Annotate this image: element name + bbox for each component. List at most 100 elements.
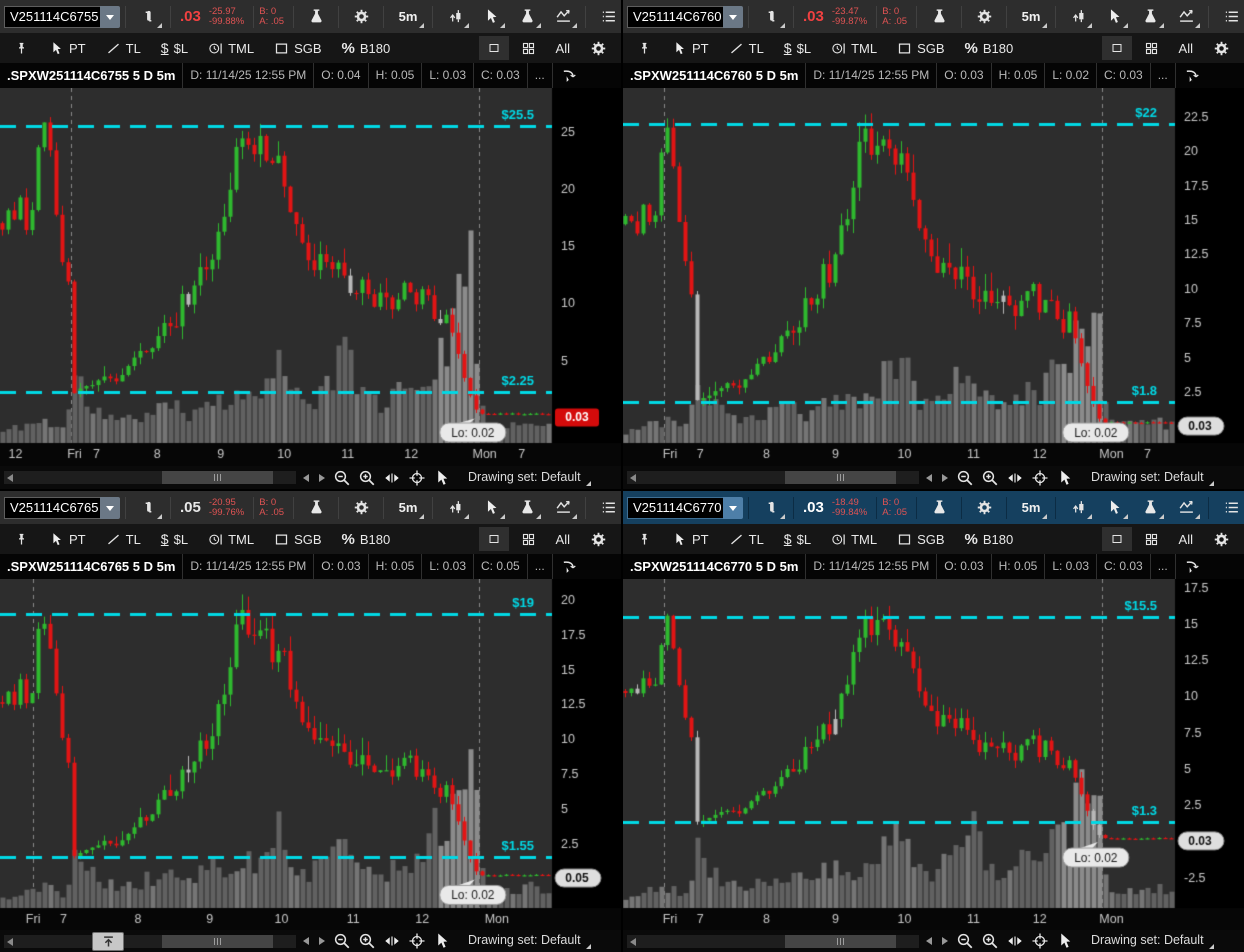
- studies-flask-button[interactable]: [510, 494, 544, 522]
- b180-tool-button[interactable]: %B180: [334, 35, 399, 61]
- zoom-in-icon[interactable]: [979, 469, 1001, 487]
- price-chart-canvas[interactable]: [0, 88, 621, 466]
- cursor-tool-button[interactable]: [1097, 494, 1131, 522]
- scroll-left-arrow[interactable]: [630, 474, 636, 482]
- analyze-flask-button[interactable]: [922, 494, 956, 522]
- scrollbar-thumb[interactable]: [785, 935, 896, 948]
- menu-icon[interactable]: [1214, 3, 1244, 31]
- price-level-tool-button[interactable]: $$L: [776, 35, 819, 61]
- pin-icon[interactable]: [6, 35, 37, 61]
- symbol-input[interactable]: V251114C6770: [627, 497, 723, 519]
- zoom-in-icon[interactable]: [356, 469, 378, 487]
- drawing-set-selector[interactable]: Drawing set: Default: [464, 468, 593, 488]
- chart-type-button[interactable]: [438, 3, 472, 31]
- step-right-button[interactable]: [315, 471, 328, 485]
- drawing-set-selector[interactable]: Drawing set: Default: [464, 931, 593, 951]
- symbol-dropdown-button[interactable]: [723, 6, 743, 28]
- time-level-tool-button[interactable]: TML: [200, 35, 262, 61]
- scrollbar-thumb[interactable]: [162, 471, 273, 484]
- thermometer-icon[interactable]: [131, 494, 165, 522]
- crosshair-icon[interactable]: [406, 469, 428, 487]
- patterns-button[interactable]: [1169, 3, 1203, 31]
- drawing-set-selector[interactable]: Drawing set: Default: [1087, 931, 1216, 951]
- sgb-tool-button[interactable]: SGB: [266, 35, 329, 61]
- studies-flask-button[interactable]: [1133, 494, 1167, 522]
- price-level-tool-button[interactable]: $$L: [776, 526, 819, 552]
- step-left-button[interactable]: [922, 471, 935, 485]
- patterns-button[interactable]: [1169, 494, 1203, 522]
- auto-scale-icon[interactable]: [1184, 554, 1201, 579]
- step-right-button[interactable]: [315, 934, 328, 948]
- zoom-out-icon[interactable]: [954, 469, 976, 487]
- time-scrollbar[interactable]: [4, 471, 296, 484]
- chart-type-button[interactable]: [1061, 494, 1095, 522]
- scroll-left-arrow[interactable]: [7, 938, 13, 946]
- timeframe-button[interactable]: 5m: [1012, 3, 1050, 31]
- time-scrollbar[interactable]: [627, 935, 919, 948]
- pin-icon[interactable]: [629, 35, 660, 61]
- crosshair-icon[interactable]: [1029, 469, 1051, 487]
- cursor-tool-button[interactable]: [1097, 3, 1131, 31]
- zoom-out-icon[interactable]: [331, 469, 353, 487]
- grid-layout-button[interactable]: [513, 35, 544, 61]
- symbol-dropdown-button[interactable]: [100, 497, 120, 519]
- thermometer-icon[interactable]: [131, 3, 165, 31]
- zoom-in-icon[interactable]: [979, 932, 1001, 950]
- studies-flask-button[interactable]: [510, 3, 544, 31]
- trendline-tool-button[interactable]: TL: [721, 526, 772, 552]
- pointer-tool-button[interactable]: PT: [664, 526, 717, 552]
- auto-scale-icon[interactable]: [1184, 63, 1201, 88]
- pointer-tool-button[interactable]: PT: [664, 35, 717, 61]
- symbol-dropdown-button[interactable]: [723, 497, 743, 519]
- cursor-icon[interactable]: [1054, 469, 1076, 487]
- symbol-input[interactable]: V251114C6760: [627, 6, 723, 28]
- status-more-button[interactable]: ...: [1151, 554, 1176, 579]
- pointer-tool-button[interactable]: PT: [41, 526, 94, 552]
- symbol-input[interactable]: V251114C6765: [4, 497, 100, 519]
- status-more-button[interactable]: ...: [528, 63, 553, 88]
- step-left-button[interactable]: [922, 934, 935, 948]
- sgb-tool-button[interactable]: SGB: [889, 35, 952, 61]
- chart-type-button[interactable]: [438, 494, 472, 522]
- thermometer-icon[interactable]: [754, 3, 788, 31]
- trendline-tool-button[interactable]: TL: [98, 35, 149, 61]
- time-level-tool-button[interactable]: TML: [823, 35, 885, 61]
- patterns-button[interactable]: [546, 494, 580, 522]
- timeframe-button[interactable]: 5m: [1012, 494, 1050, 522]
- status-more-button[interactable]: ...: [528, 554, 553, 579]
- analyze-flask-button[interactable]: [299, 494, 333, 522]
- settings-gear-button[interactable]: [344, 494, 378, 522]
- patterns-button[interactable]: [546, 3, 580, 31]
- sgb-tool-button[interactable]: SGB: [889, 526, 952, 552]
- grid-layout-button[interactable]: [1136, 35, 1167, 61]
- zoom-in-icon[interactable]: [356, 932, 378, 950]
- crosshair-icon[interactable]: [406, 932, 428, 950]
- settings-gear-button[interactable]: [967, 3, 1001, 31]
- cursor-icon[interactable]: [431, 932, 453, 950]
- symbol-dropdown-button[interactable]: [100, 6, 120, 28]
- settings-gear-button[interactable]: [967, 494, 1001, 522]
- scroll-left-arrow[interactable]: [7, 474, 13, 482]
- single-chart-layout-button[interactable]: [1102, 36, 1132, 60]
- scrollbar-thumb[interactable]: [162, 935, 273, 948]
- trendline-tool-button[interactable]: TL: [721, 35, 772, 61]
- all-charts-button[interactable]: All: [1171, 526, 1201, 552]
- price-level-tool-button[interactable]: $$L: [153, 526, 196, 552]
- scroll-left-arrow[interactable]: [630, 938, 636, 946]
- b180-tool-button[interactable]: %B180: [334, 526, 399, 552]
- toolbar-gear-button[interactable]: [582, 526, 615, 552]
- step-right-button[interactable]: [938, 471, 951, 485]
- price-chart-canvas[interactable]: [623, 579, 1244, 930]
- pin-icon[interactable]: [6, 526, 37, 552]
- sgb-tool-button[interactable]: SGB: [266, 526, 329, 552]
- price-level-tool-button[interactable]: $$L: [153, 35, 196, 61]
- time-scrollbar[interactable]: [4, 935, 296, 948]
- pointer-tool-button[interactable]: PT: [41, 35, 94, 61]
- all-charts-button[interactable]: All: [548, 35, 578, 61]
- step-left-button[interactable]: [299, 471, 312, 485]
- cursor-icon[interactable]: [1054, 932, 1076, 950]
- time-level-tool-button[interactable]: TML: [200, 526, 262, 552]
- toolbar-gear-button[interactable]: [582, 35, 615, 61]
- crosshair-icon[interactable]: [1029, 932, 1051, 950]
- price-chart-canvas[interactable]: [623, 88, 1244, 466]
